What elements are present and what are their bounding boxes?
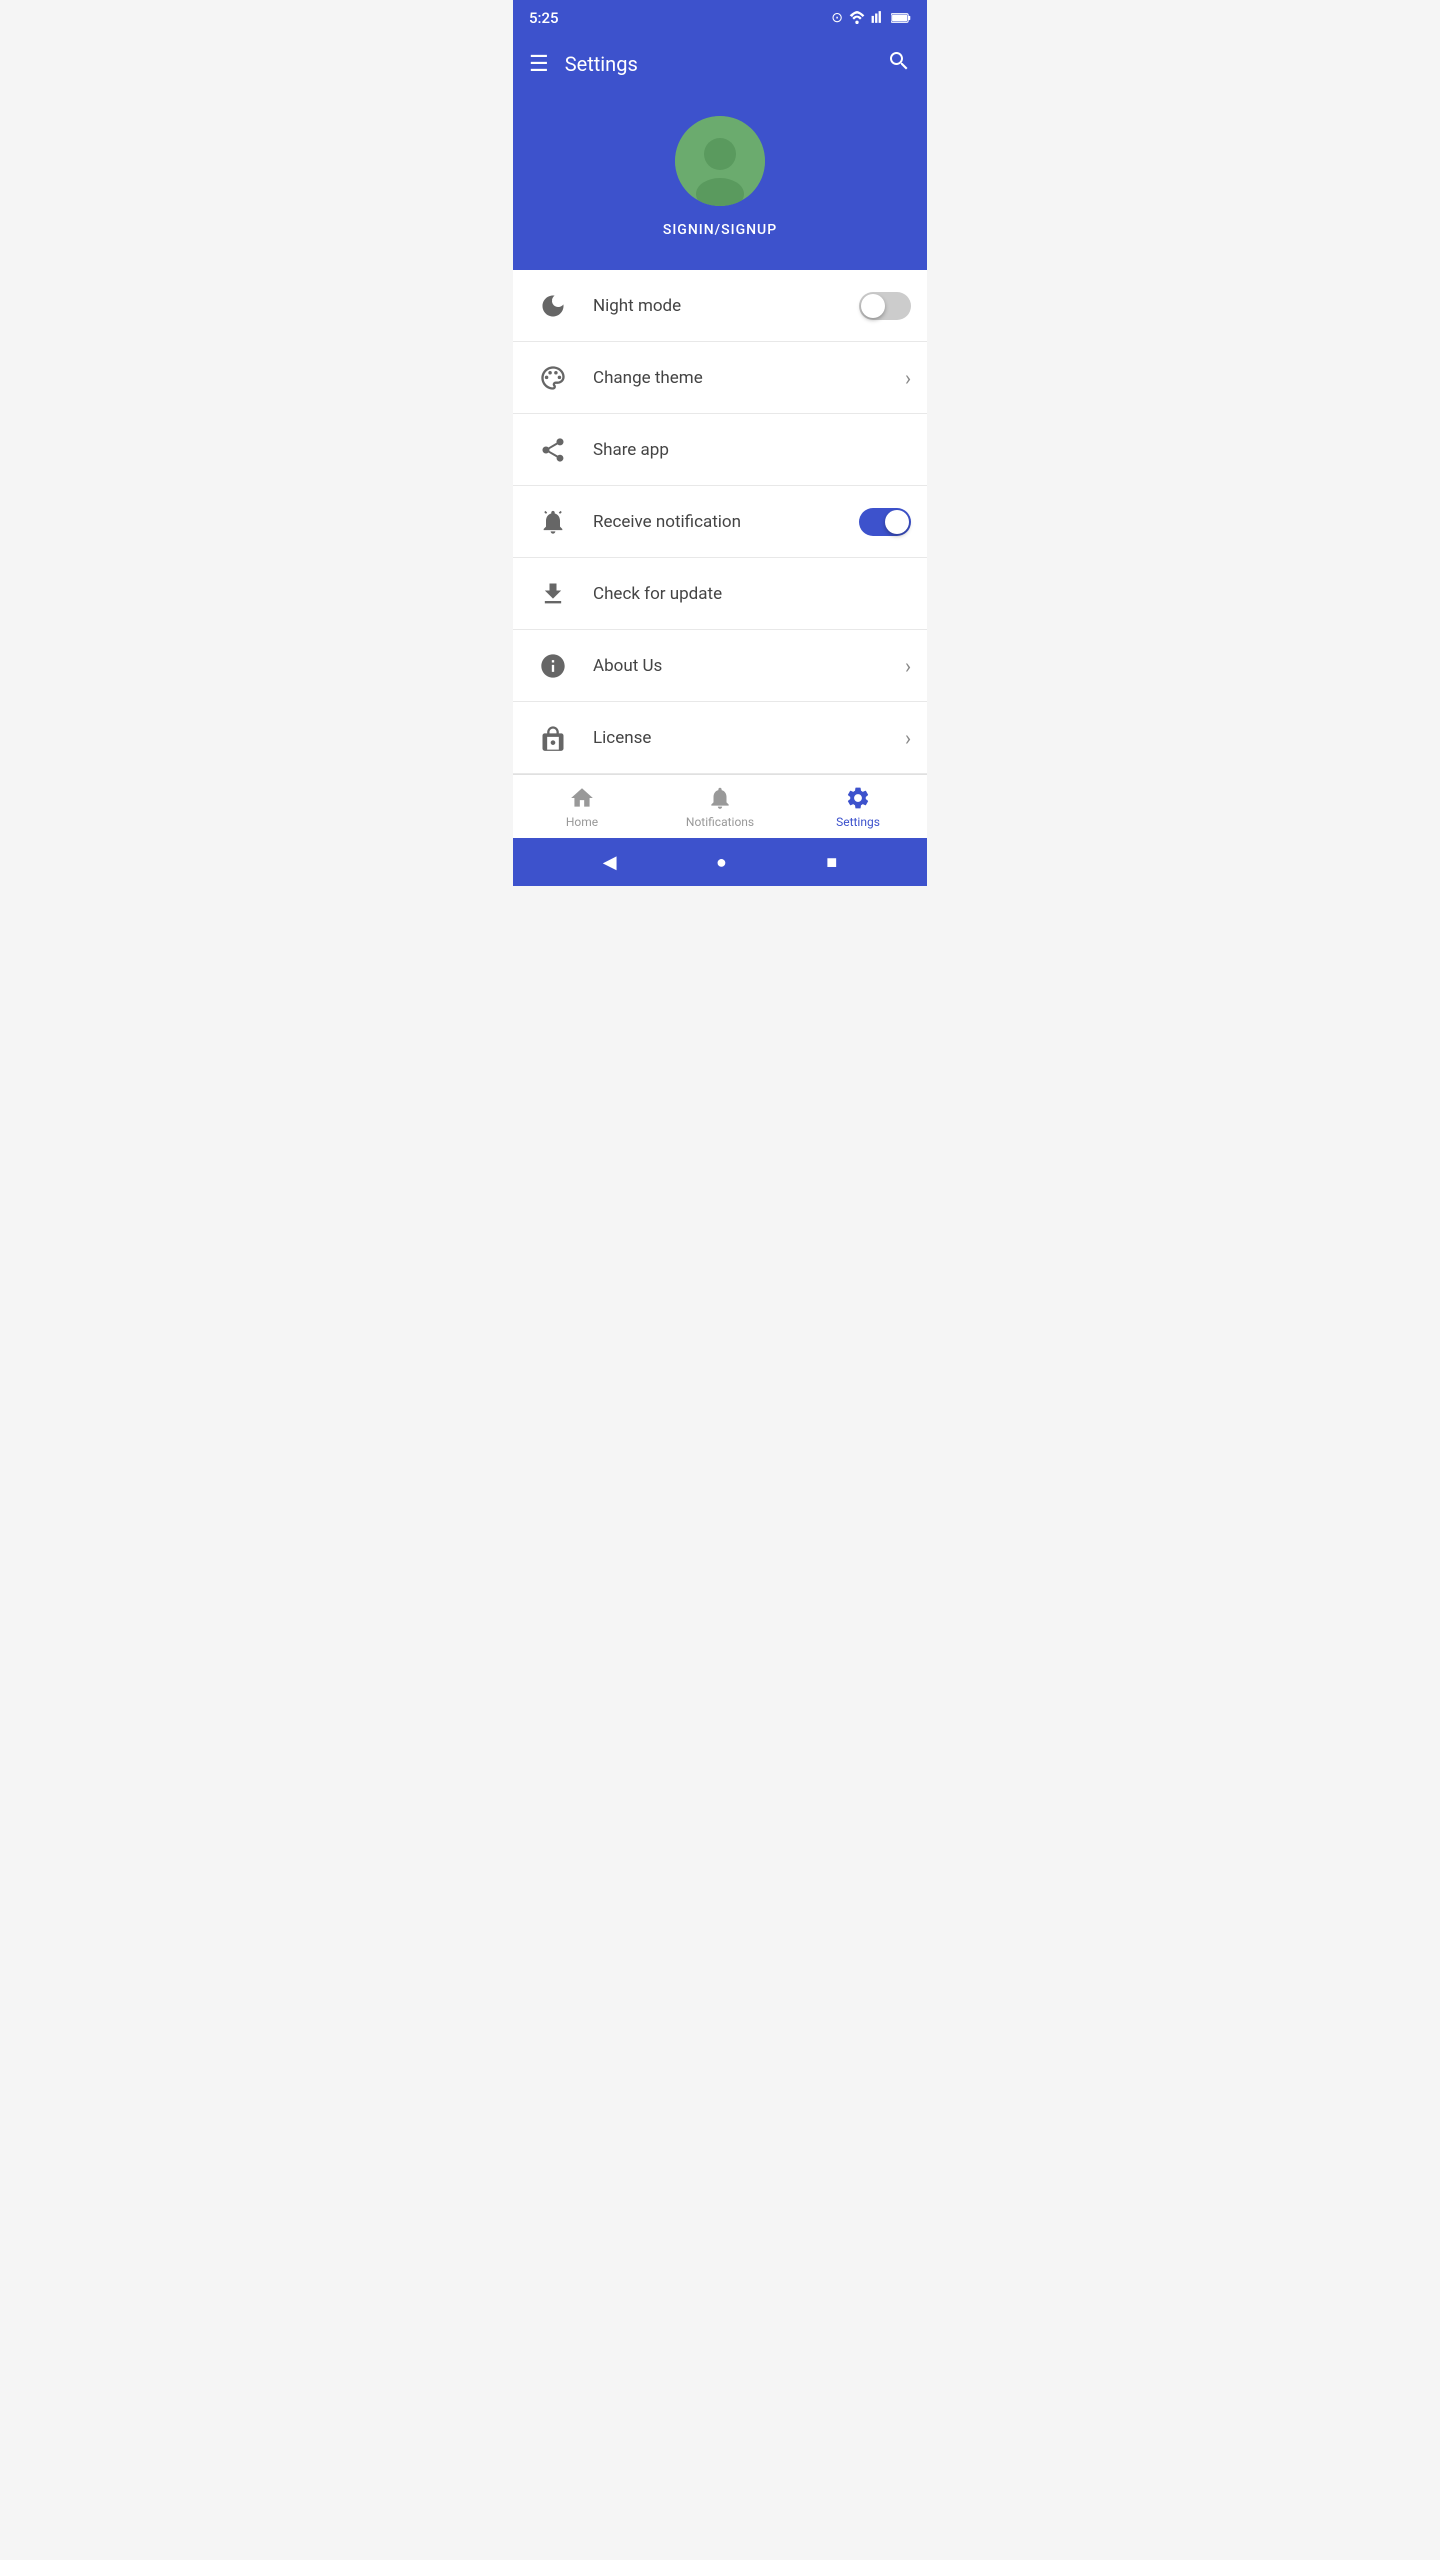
app-bar-title: Settings <box>565 52 638 76</box>
license-arrow: › <box>905 726 911 750</box>
change-theme-label: Change theme <box>593 368 905 388</box>
nav-home[interactable]: Home <box>513 785 651 829</box>
night-mode-item[interactable]: Night mode <box>513 270 927 342</box>
theme-icon <box>529 354 577 402</box>
home-nav-label: Home <box>566 815 598 829</box>
about-icon <box>529 642 577 690</box>
status-bar: 5:25 ⊙ <box>513 0 927 36</box>
bottom-nav: Home Notifications Settings <box>513 774 927 838</box>
battery-icon <box>891 9 911 28</box>
signin-button[interactable]: SIGNIN/SIGNUP <box>663 222 777 238</box>
night-mode-label: Night mode <box>593 296 859 316</box>
license-item[interactable]: License › <box>513 702 927 774</box>
notifications-icon <box>707 785 733 811</box>
change-theme-item[interactable]: Change theme › <box>513 342 927 414</box>
settings-list: Night mode Change theme › Share app <box>513 270 927 774</box>
android-nav: ◀ ● ■ <box>513 838 927 886</box>
night-mode-toggle[interactable] <box>859 292 911 320</box>
night-icon <box>529 282 577 330</box>
wifi-icon <box>849 9 865 28</box>
update-icon <box>529 570 577 618</box>
header-section: SIGNIN/SIGNUP <box>513 92 927 270</box>
settings-icon <box>845 785 871 811</box>
share-app-label: Share app <box>593 440 911 460</box>
toggle-thumb-on <box>885 510 909 534</box>
home-icon <box>569 785 595 811</box>
recent-button[interactable]: ■ <box>826 852 837 873</box>
avatar-container[interactable] <box>675 116 765 206</box>
change-theme-arrow: › <box>905 366 911 390</box>
status-time: 5:25 <box>529 9 559 27</box>
settings-nav-label: Settings <box>836 815 880 829</box>
receive-notification-item[interactable]: Receive notification <box>513 486 927 558</box>
license-label: License <box>593 728 905 748</box>
signal-icon <box>871 9 885 28</box>
check-update-item[interactable]: Check for update <box>513 558 927 630</box>
home-button[interactable]: ● <box>716 852 727 873</box>
nav-settings[interactable]: Settings <box>789 785 927 829</box>
app-bar-left: ☰ Settings <box>529 52 638 77</box>
sync-icon: ⊙ <box>831 10 843 26</box>
nav-notifications[interactable]: Notifications <box>651 785 789 829</box>
notification-toggle[interactable] <box>859 508 911 536</box>
about-us-item[interactable]: About Us › <box>513 630 927 702</box>
check-update-label: Check for update <box>593 584 911 604</box>
back-button[interactable]: ◀ <box>603 852 617 873</box>
menu-button[interactable]: ☰ <box>529 52 549 77</box>
app-bar: ☰ Settings <box>513 36 927 92</box>
about-us-arrow: › <box>905 654 911 678</box>
search-button[interactable] <box>887 49 911 79</box>
status-icons: ⊙ <box>831 9 911 28</box>
notifications-nav-label: Notifications <box>686 815 754 829</box>
receive-notification-label: Receive notification <box>593 512 859 532</box>
license-icon <box>529 714 577 762</box>
toggle-thumb <box>861 294 885 318</box>
avatar-graphic <box>675 116 765 206</box>
share-icon <box>529 426 577 474</box>
avatar <box>675 116 765 206</box>
notification-icon <box>529 498 577 546</box>
share-app-item[interactable]: Share app <box>513 414 927 486</box>
about-us-label: About Us <box>593 656 905 676</box>
